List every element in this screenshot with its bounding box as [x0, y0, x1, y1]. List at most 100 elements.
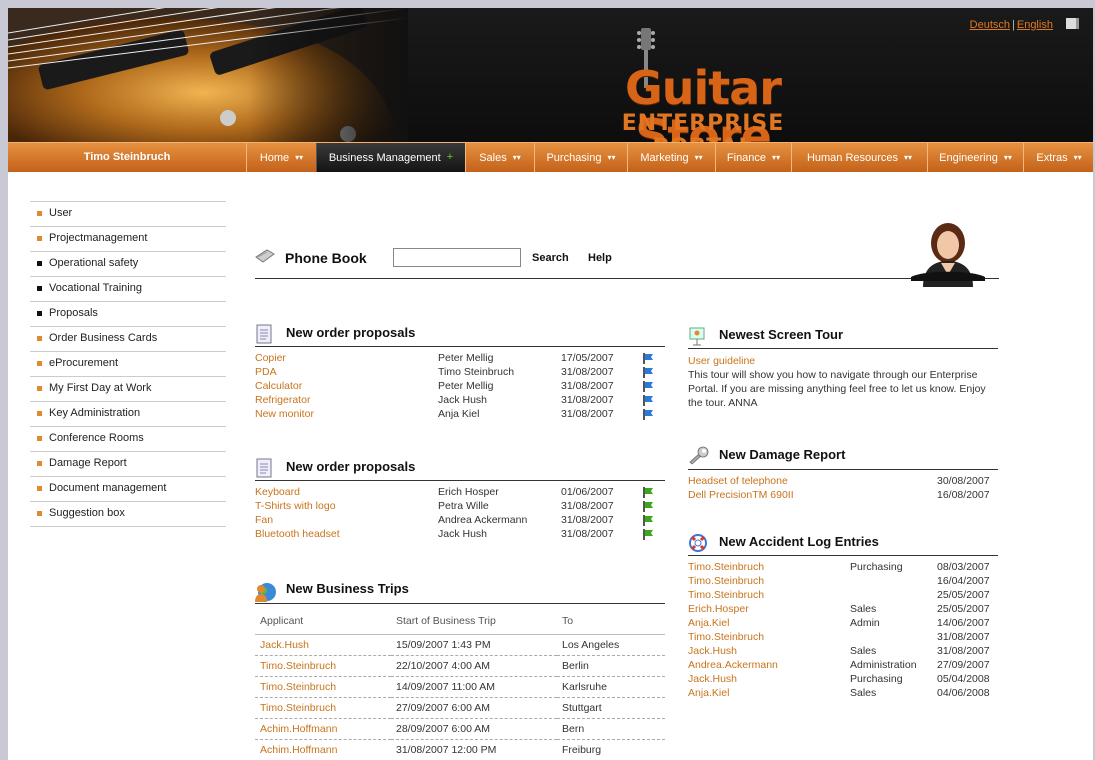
nav-marketing[interactable]: Marketing ▾▾ — [627, 143, 715, 172]
applicant-link[interactable]: Timo.Steinbruch — [255, 655, 391, 677]
section-title: New Business Trips — [286, 581, 409, 596]
person-link[interactable]: Erich.Hosper — [688, 602, 749, 616]
nav-label: Engineering — [939, 152, 998, 164]
bullet-icon — [37, 236, 42, 241]
sidebar-item-key-administration[interactable]: Key Administration — [30, 402, 226, 427]
trip-destination: Freiburg — [557, 739, 665, 760]
lang-deutsch-link[interactable]: Deutsch — [970, 19, 1010, 31]
sidebar-item-label: Damage Report — [49, 457, 127, 469]
person-link[interactable]: Jack.Hush — [688, 644, 737, 658]
proposal-link[interactable]: T-Shirts with logo — [255, 499, 336, 513]
proposal-person: Erich Hosper — [438, 486, 499, 498]
proposal-link[interactable]: Refrigerator — [255, 393, 310, 407]
list-item: Copier Peter Mellig 17/05/2007 — [255, 351, 665, 365]
sidebar-item-order-business-cards[interactable]: Order Business Cards — [30, 327, 226, 352]
trip-destination: Bern — [557, 718, 665, 740]
proposal-date: 31/08/2007 — [561, 366, 614, 378]
damage-date: 30/08/2007 — [937, 475, 990, 487]
proposal-link[interactable]: Keyboard — [255, 485, 300, 499]
list-item: New monitor Anja Kiel 31/08/2007 — [255, 407, 665, 421]
proposal-date: 31/08/2007 — [561, 514, 614, 526]
damage-report-section: New Damage Report Headset of telephone 30… — [688, 444, 998, 502]
guitar-image — [8, 8, 408, 142]
person-link[interactable]: Anja.Kiel — [688, 686, 729, 700]
sidebar-item-proposals[interactable]: Proposals — [30, 302, 226, 327]
nav-finance[interactable]: Finance ▾▾ — [715, 143, 791, 172]
sidebar-item-eprocurement[interactable]: eProcurement — [30, 352, 226, 377]
sidebar-item-operational-safety[interactable]: Operational safety — [30, 252, 226, 277]
proposal-link[interactable]: Fan — [255, 513, 273, 527]
accident-date: 05/04/2008 — [937, 673, 990, 685]
sidebar-item-label: Operational safety — [49, 257, 139, 269]
damage-link[interactable]: Headset of telephone — [688, 474, 788, 488]
user-guideline-link[interactable]: User guideline — [688, 354, 998, 368]
portal-logo[interactable]: Guitar Store ENTERPRISE PORTAL — [568, 28, 838, 142]
applicant-link[interactable]: Achim.Hoffmann — [255, 739, 391, 760]
search-button[interactable]: Search — [532, 252, 569, 264]
sidebar-item-first-day[interactable]: My First Day at Work — [30, 377, 226, 402]
language-switcher: Deutsch | English — [970, 18, 1079, 31]
nav-purchasing[interactable]: Purchasing ▾▾ — [534, 143, 627, 172]
nav-label: Sales — [479, 152, 507, 164]
sidebar-item-suggestion-box[interactable]: Suggestion box — [30, 502, 226, 527]
proposal-date: 01/06/2007 — [561, 486, 614, 498]
order-proposals-section-2: New order proposals Keyboard Erich Hosper… — [255, 456, 665, 541]
proposal-person: Andrea Ackermann — [438, 514, 528, 526]
globe-person-icon — [255, 583, 276, 602]
section-title: Newest Screen Tour — [719, 327, 844, 342]
trip-start: 27/09/2007 6:00 AM — [391, 697, 557, 719]
proposal-link[interactable]: Calculator — [255, 379, 302, 393]
nav-home[interactable]: Home ▾▾ — [246, 143, 316, 172]
sidebar-item-label: Suggestion box — [49, 507, 125, 519]
department: Sales — [850, 645, 877, 657]
lang-english-link[interactable]: English — [1017, 19, 1053, 31]
proposal-date: 17/05/2007 — [561, 352, 614, 364]
person-link[interactable]: Jack.Hush — [688, 672, 737, 686]
person-link[interactable]: Timo.Steinbruch — [688, 574, 764, 588]
sidebar-item-vocational-training[interactable]: Vocational Training — [30, 277, 226, 302]
sidebar-item-damage-report[interactable]: Damage Report — [30, 452, 226, 477]
accident-date: 16/04/2007 — [937, 575, 990, 587]
sidebar-item-conference-rooms[interactable]: Conference Rooms — [30, 427, 226, 452]
sidebar-item-document-management[interactable]: Document management — [30, 477, 226, 502]
nav-business-management[interactable]: Business Management + — [316, 143, 465, 172]
sidebar-item-user[interactable]: User — [30, 201, 226, 227]
sidebar-item-projectmanagement[interactable]: Projectmanagement — [30, 227, 226, 252]
damage-link[interactable]: Dell PrecisionTM 690II — [688, 488, 794, 502]
list-item: Headset of telephone 30/08/2007 — [688, 474, 998, 488]
proposal-link[interactable]: PDA — [255, 365, 277, 379]
table-header-row: Applicant Start of Business Trip To — [255, 608, 665, 635]
document-list-icon — [256, 324, 272, 344]
help-button[interactable]: Help — [588, 252, 612, 264]
proposal-link[interactable]: Copier — [255, 351, 286, 365]
caret-down-icon: ▾▾ — [512, 153, 521, 162]
applicant-link[interactable]: Timo.Steinbruch — [255, 697, 391, 719]
applicant-link[interactable]: Timo.Steinbruch — [255, 676, 391, 698]
nav-engineering[interactable]: Engineering ▾▾ — [927, 143, 1023, 172]
business-trips-table: Applicant Start of Business Trip To Jack… — [255, 608, 665, 760]
trip-start: 22/10/2007 4:00 AM — [391, 655, 557, 677]
phone-book-title: Phone Book — [285, 250, 367, 266]
nav-human-resources[interactable]: Human Resources ▾▾ — [791, 143, 927, 172]
person-link[interactable]: Timo.Steinbruch — [688, 630, 764, 644]
person-link[interactable]: Anja.Kiel — [688, 616, 729, 630]
department: Sales — [850, 687, 877, 699]
person-link[interactable]: Timo.Steinbruch — [688, 560, 764, 574]
person-link[interactable]: Timo.Steinbruch — [688, 588, 764, 602]
person-link[interactable]: Andrea.Ackermann — [688, 658, 778, 672]
bullet-icon — [37, 311, 42, 316]
nav-sales[interactable]: Sales ▾▾ — [465, 143, 534, 172]
list-item: Bluetooth headset Jack Hush 31/08/2007 — [255, 527, 665, 541]
proposal-link[interactable]: New monitor — [255, 407, 314, 421]
table-row: Achim.Hoffmann 31/08/2007 12:00 PM Freibur… — [255, 739, 665, 760]
applicant-link[interactable]: Achim.Hoffmann — [255, 718, 391, 740]
proposal-link[interactable]: Bluetooth headset — [255, 527, 340, 541]
print-icon[interactable] — [1066, 18, 1079, 29]
accident-date: 25/05/2007 — [937, 589, 990, 601]
nav-extras[interactable]: Extras ▾▾ — [1023, 143, 1093, 172]
phone-book-search-input[interactable] — [393, 248, 521, 267]
caret-down-icon: ▾▾ — [904, 153, 913, 162]
applicant-link[interactable]: Jack.Hush — [255, 634, 391, 656]
caret-down-icon: ▾▾ — [1003, 153, 1012, 162]
department: Purchasing — [850, 673, 903, 685]
